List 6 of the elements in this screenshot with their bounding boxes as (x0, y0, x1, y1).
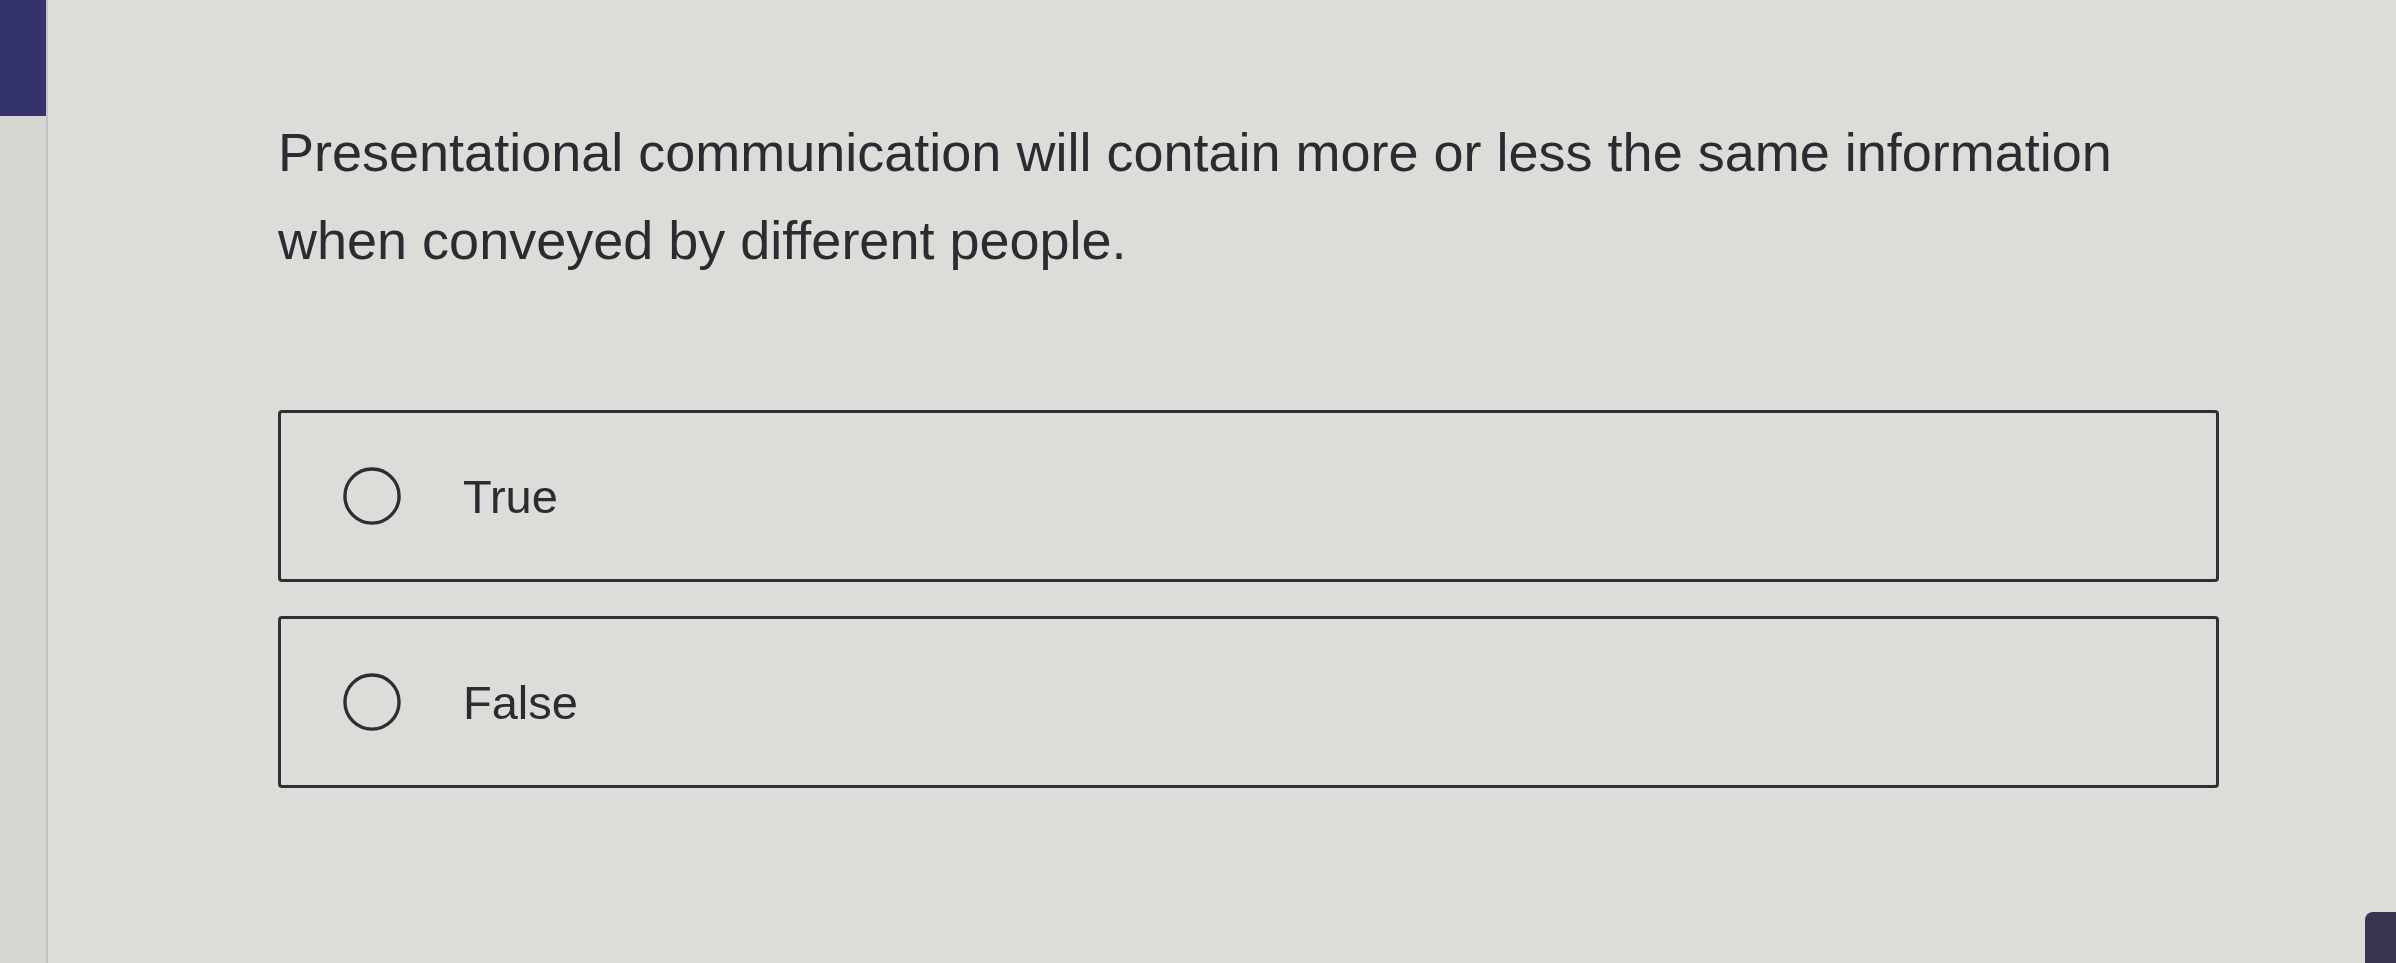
answer-option[interactable]: False (278, 616, 2219, 788)
corner-block (2365, 912, 2396, 963)
radio-button[interactable] (343, 673, 401, 731)
radio-button[interactable] (343, 467, 401, 525)
answer-option[interactable]: True (278, 410, 2219, 582)
question-text: Presentational communication will contain more or less the same information when conveyed by different people. (278, 121, 2113, 272)
